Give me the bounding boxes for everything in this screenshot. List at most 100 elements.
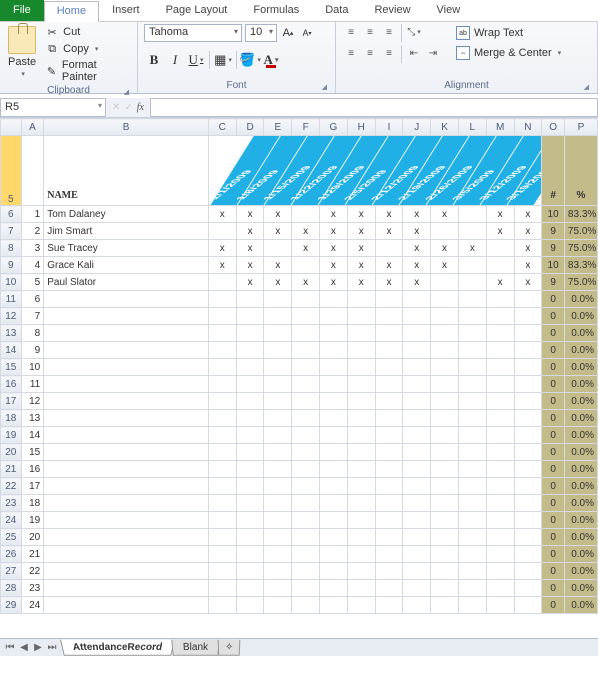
cell-mark[interactable] [347,512,375,529]
cell-mark[interactable] [264,410,292,427]
col-header[interactable]: J [403,119,431,136]
cell[interactable] [21,136,44,206]
cell-mark[interactable] [292,206,320,223]
align-top-button[interactable]: ≡ [342,24,360,40]
cell-name[interactable] [44,427,209,444]
cell-mark[interactable] [375,444,403,461]
cell-mark[interactable] [292,427,320,444]
cut-button[interactable]: ✂Cut [42,24,131,40]
cell[interactable]: 15 [21,444,44,461]
cell-mark[interactable] [264,461,292,478]
cell[interactable]: 10 [21,359,44,376]
cell-mark[interactable] [320,444,348,461]
cell-pct[interactable]: 0.0% [564,461,597,478]
cell-mark[interactable] [431,444,459,461]
cell-name[interactable] [44,546,209,563]
cell-mark[interactable] [458,580,486,597]
cell-mark[interactable] [208,512,236,529]
cell-name[interactable]: Jim Smart [44,223,209,240]
enter-formula-icon[interactable]: ✓ [124,102,132,113]
cell-mark[interactable] [320,478,348,495]
col-header[interactable]: B [44,119,209,136]
cell-pct[interactable]: 0.0% [564,359,597,376]
row-header[interactable]: 15 [1,359,22,376]
cell-mark[interactable]: x [431,257,459,274]
cell-pct[interactable]: 0.0% [564,495,597,512]
cell-mark[interactable]: x [320,274,348,291]
cell-name[interactable] [44,308,209,325]
cell-mark[interactable] [403,291,431,308]
sheet-tab[interactable]: Blank [171,639,220,655]
cell-mark[interactable] [375,580,403,597]
cell-mark[interactable] [486,427,514,444]
cell-mark[interactable] [236,597,264,614]
row-header[interactable]: 13 [1,325,22,342]
cell-pct[interactable]: 0.0% [564,563,597,580]
cell-mark[interactable] [264,512,292,529]
cell-count[interactable]: 10 [542,257,565,274]
cell-mark[interactable] [458,257,486,274]
cell-mark[interactable] [236,342,264,359]
cell[interactable]: 4 [21,257,44,274]
cell-mark[interactable] [458,325,486,342]
cell-mark[interactable] [375,478,403,495]
cell-name[interactable] [44,359,209,376]
col-header[interactable]: F [292,119,320,136]
cell-mark[interactable] [347,376,375,393]
cell-mark[interactable] [320,546,348,563]
cell-mark[interactable] [264,342,292,359]
col-header[interactable]: L [458,119,486,136]
tab-home[interactable]: Home [44,1,99,22]
cell-mark[interactable] [375,240,403,257]
col-header[interactable]: M [486,119,514,136]
cell-mark[interactable] [403,546,431,563]
cell[interactable]: 14 [21,427,44,444]
cell-mark[interactable] [347,427,375,444]
cell-count[interactable]: 10 [542,206,565,223]
row-header[interactable]: 16 [1,376,22,393]
cell-mark[interactable] [292,291,320,308]
cell-mark[interactable] [403,580,431,597]
cell-mark[interactable] [320,427,348,444]
cell-mark[interactable]: x [403,274,431,291]
cell-name[interactable] [44,291,209,308]
cell-mark[interactable] [514,359,542,376]
cell-mark[interactable]: x [514,206,542,223]
cell-mark[interactable] [458,461,486,478]
cell-mark[interactable] [403,410,431,427]
decrease-indent-button[interactable]: ⇤ [405,45,423,61]
cell-mark[interactable] [514,495,542,512]
fx-icon[interactable]: fx [137,102,144,113]
cell-mark[interactable]: x [236,206,264,223]
borders-button[interactable]: ▦ [213,50,233,70]
cell-mark[interactable] [375,325,403,342]
cell-mark[interactable] [403,461,431,478]
cell-mark[interactable]: x [320,223,348,240]
row-header[interactable]: 19 [1,427,22,444]
cell-mark[interactable] [320,325,348,342]
cell-count[interactable]: 0 [542,291,565,308]
cell-mark[interactable] [236,495,264,512]
cell-name[interactable] [44,580,209,597]
cell-mark[interactable] [347,325,375,342]
col-header[interactable]: N [514,119,542,136]
cell[interactable]: 16 [21,461,44,478]
cell-mark[interactable] [292,444,320,461]
cell-pct[interactable]: 0.0% [564,546,597,563]
cell-mark[interactable]: x [431,240,459,257]
row-header[interactable]: 18 [1,410,22,427]
row-header[interactable]: 26 [1,546,22,563]
cell-mark[interactable] [375,495,403,512]
merge-center-button[interactable]: ⇔Merge & Center [452,44,565,62]
cell-mark[interactable] [347,563,375,580]
cell-mark[interactable] [347,410,375,427]
cell-pct[interactable]: 0.0% [564,325,597,342]
cell-mark[interactable] [347,444,375,461]
column-headers[interactable]: A B C D E F G H I J K L M N O P [1,119,598,136]
tab-formulas[interactable]: Formulas [240,0,312,21]
cell-name[interactable] [44,461,209,478]
align-right-button[interactable]: ≡ [380,45,398,61]
cell-mark[interactable] [431,461,459,478]
cell-name[interactable] [44,393,209,410]
cell-mark[interactable]: x [486,206,514,223]
